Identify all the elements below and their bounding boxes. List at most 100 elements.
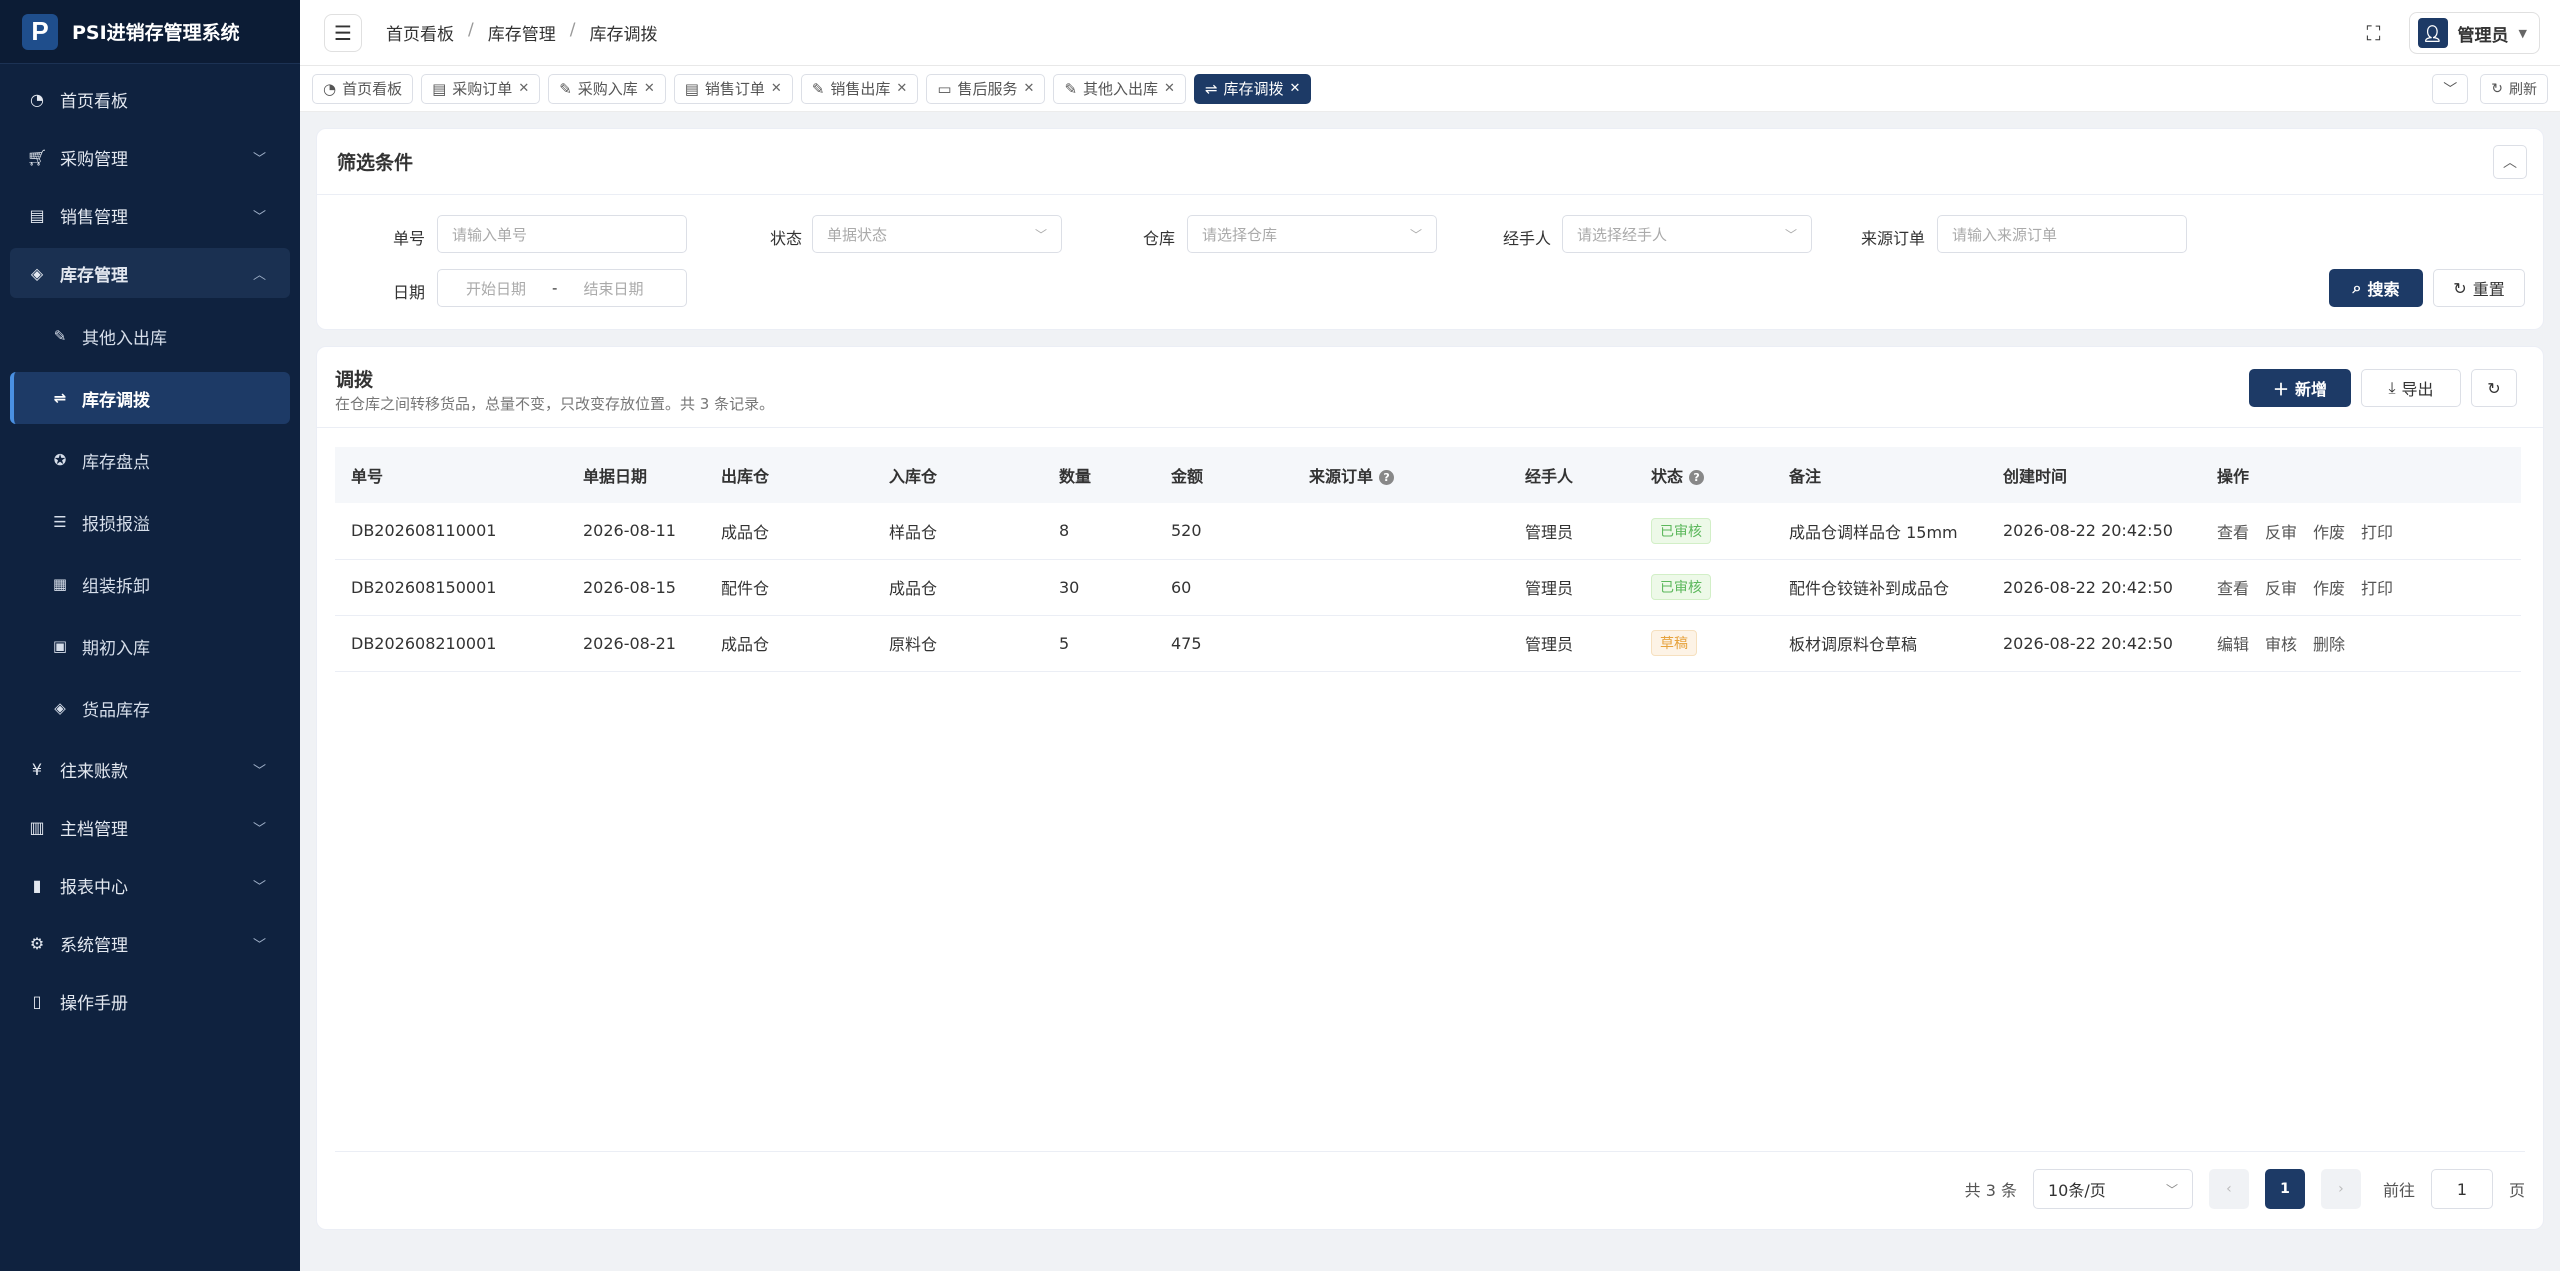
status-select[interactable]: 单据状态 ﹀ bbox=[812, 215, 1062, 253]
app-logo[interactable]: P PSI进销存管理系统 bbox=[0, 0, 300, 64]
chevron-down-icon: ﹀ bbox=[1409, 227, 1422, 242]
close-icon[interactable]: ✕ bbox=[771, 81, 782, 96]
tab-sales-order[interactable]: ▤ 销售订单 ✕ bbox=[673, 73, 793, 104]
void-link[interactable]: 作废 bbox=[2313, 579, 2345, 598]
approve-link[interactable]: 审核 bbox=[2265, 635, 2297, 654]
sidebar-item-label: 报表中心 bbox=[60, 877, 128, 898]
print-link[interactable]: 打印 bbox=[2361, 523, 2393, 542]
page-size-value: 10条/页 bbox=[2047, 1181, 2106, 1200]
refresh-tab-button[interactable]: ↻ 刷新 bbox=[2480, 74, 2548, 104]
page-size-select[interactable]: 10条/页 ﹀ bbox=[2032, 1169, 2193, 1209]
handler-select[interactable]: 请选择经手人 ﹀ bbox=[1562, 215, 1812, 253]
order-no-input[interactable]: 请输入单号 bbox=[437, 215, 687, 253]
source-order-input[interactable]: 请输入来源订单 bbox=[1937, 215, 2187, 253]
delete-link[interactable]: 删除 bbox=[2313, 635, 2345, 654]
sales-icon: ▤ bbox=[29, 205, 45, 225]
print-link[interactable]: 打印 bbox=[2361, 579, 2393, 598]
sidebar-item-purchase[interactable]: 🛒︎ 采购管理 ﹀ bbox=[10, 132, 290, 182]
sidebar-subitem-other-io[interactable]: ✎ 其他入出库 bbox=[10, 310, 290, 362]
chevron-down-icon: ﹀ bbox=[252, 879, 266, 895]
source-order-label: 来源订单 bbox=[1861, 229, 1926, 248]
help-icon[interactable]: ? bbox=[1379, 470, 1395, 485]
refresh-table-button[interactable]: ↻ bbox=[2471, 369, 2517, 407]
view-link[interactable]: 查看 bbox=[2217, 579, 2249, 598]
cell-note: 成品仓调样品仓 15mm bbox=[1789, 522, 1958, 542]
breadcrumb-item: 库存调拨 bbox=[589, 25, 658, 45]
sidebar-subitem-assembly[interactable]: ▦ 组装拆卸 bbox=[10, 558, 290, 610]
sidebar-item-sales[interactable]: ▤ 销售管理 ﹀ bbox=[10, 190, 290, 240]
sidebar-subitem-stock[interactable]: ◈ 货品库存 bbox=[10, 682, 290, 734]
cell-order-no: DB202608210001 bbox=[351, 633, 497, 653]
sidebar-item-accounts[interactable]: ¥ 往来账款 ﹀ bbox=[10, 744, 290, 794]
chevron-down-icon: ﹀ bbox=[252, 763, 266, 779]
sidebar-item-system[interactable]: ⚙ 系统管理 ﹀ bbox=[10, 918, 290, 968]
tabs-dropdown-button[interactable]: ﹀ bbox=[2432, 74, 2469, 104]
chevron-down-icon: ﹀ bbox=[2165, 1182, 2178, 1197]
gear-icon: ⚙ bbox=[29, 933, 45, 953]
close-icon[interactable]: ✕ bbox=[896, 81, 907, 96]
cart-icon: 🛒︎ bbox=[26, 147, 48, 167]
breadcrumb-item[interactable]: 库存管理 bbox=[488, 20, 556, 45]
refresh-icon: ↻ bbox=[2491, 81, 2503, 97]
close-icon[interactable]: ✕ bbox=[1024, 81, 1035, 96]
next-page-button[interactable]: › bbox=[2320, 1169, 2361, 1209]
breadcrumb-item[interactable]: 首页看板 bbox=[386, 20, 454, 45]
reset-button[interactable]: ↻ 重置 bbox=[2433, 269, 2525, 307]
sidebar-subitem-stocktake[interactable]: ✪ 库存盘点 bbox=[10, 434, 290, 486]
date-range-picker[interactable]: 开始日期 - 结束日期 bbox=[437, 269, 687, 307]
void-link[interactable]: 作废 bbox=[2313, 523, 2345, 542]
list-icon: ☰ bbox=[53, 513, 67, 531]
cell-date: 2026-08-11 bbox=[583, 521, 676, 541]
sidebar-item-master[interactable]: ▥ 主档管理 ﹀ bbox=[10, 802, 290, 852]
close-icon[interactable]: ✕ bbox=[644, 81, 655, 96]
add-button[interactable]: ＋ 新增 bbox=[2249, 369, 2351, 407]
collapse-filter-button[interactable]: ︿ bbox=[2493, 145, 2527, 179]
tab-transfer[interactable]: ⇌ 库存调拨 ✕ bbox=[1193, 73, 1312, 104]
goto-page-input[interactable]: 1 bbox=[2430, 1169, 2493, 1209]
table-row[interactable]: DB202608110001 2026-08-11 成品仓 样品仓 8 520 … bbox=[335, 503, 2521, 559]
cell-amount: 475 bbox=[1171, 633, 1202, 653]
warehouse-select[interactable]: 请选择仓库 ﹀ bbox=[1187, 215, 1437, 253]
unapprove-link[interactable]: 反审 bbox=[2265, 579, 2297, 598]
table-row[interactable]: DB202608210001 2026-08-21 成品仓 原料仓 5 475 … bbox=[335, 615, 2521, 671]
warehouse-placeholder: 请选择仓库 bbox=[1202, 225, 1278, 244]
user-menu[interactable]: 👤︎ 管理员 ▼ bbox=[2408, 12, 2540, 54]
tab-other-io[interactable]: ✎ 其他入出库 ✕ bbox=[1053, 73, 1186, 104]
chevron-down-icon: ﹀ bbox=[252, 209, 266, 225]
table-row[interactable]: DB202608150001 2026-08-15 配件仓 成品仓 30 60 … bbox=[335, 559, 2521, 615]
unapprove-link[interactable]: 反审 bbox=[2265, 523, 2297, 542]
sidebar-subitem-transfer[interactable]: ⇌ 库存调拨 bbox=[10, 372, 290, 424]
tab-after-sales[interactable]: ▭ 售后服务 ✕ bbox=[926, 73, 1046, 104]
tab-purchase-order[interactable]: ▤ 采购订单 ✕ bbox=[421, 73, 541, 104]
export-button[interactable]: ⤓ 导出 bbox=[2361, 369, 2461, 407]
tab-purchase-in[interactable]: ✎ 采购入库 ✕ bbox=[548, 73, 666, 104]
menu-fold-icon: ☰ bbox=[334, 20, 352, 45]
divider bbox=[335, 1151, 2525, 1152]
sidebar-item-manual[interactable]: ▯ 操作手册 bbox=[10, 976, 290, 1026]
search-button[interactable]: ⌕ 搜索 bbox=[2329, 269, 2423, 307]
tab-sales-out[interactable]: ✎ 销售出库 ✕ bbox=[800, 73, 919, 104]
sidebar-item-dashboard[interactable]: ◔ 首页看板 bbox=[10, 74, 290, 124]
filter-title: 筛选条件 bbox=[337, 152, 414, 174]
sidebar-item-inventory[interactable]: ◈ 库存管理 ︿ bbox=[10, 248, 290, 298]
close-icon[interactable]: ✕ bbox=[518, 81, 529, 96]
chevron-down-icon: ﹀ bbox=[2443, 82, 2458, 98]
sidebar-subitem-opening[interactable]: ▣ 期初入库 bbox=[10, 620, 290, 672]
tab-dashboard[interactable]: ◔ 首页看板 bbox=[312, 73, 414, 104]
edit-link[interactable]: 编辑 bbox=[2217, 635, 2249, 654]
dashboard-icon: ◔ bbox=[30, 89, 44, 109]
prev-page-button[interactable]: ‹ bbox=[2208, 1169, 2249, 1209]
sidebar-item-reports[interactable]: ▮ 报表中心 ﹀ bbox=[10, 860, 290, 910]
column-header: 状态 bbox=[1651, 467, 1684, 486]
warehouse-label: 仓库 bbox=[1143, 229, 1176, 248]
cell-source bbox=[1293, 615, 1509, 671]
page-number-button[interactable]: 1 bbox=[2264, 1169, 2305, 1209]
close-icon[interactable]: ✕ bbox=[1164, 81, 1175, 96]
close-icon[interactable]: ✕ bbox=[1290, 81, 1301, 96]
view-link[interactable]: 查看 bbox=[2217, 523, 2249, 542]
fullscreen-icon[interactable]: ⛶ bbox=[2367, 21, 2381, 45]
help-icon[interactable]: ? bbox=[1689, 470, 1705, 485]
sidebar-subitem-loss[interactable]: ☰ 报损报溢 bbox=[10, 496, 290, 548]
table-header-row: 单号 单据日期 出库仓 入库仓 数量 金额 来源订单? 经手人 状态? 备注 创… bbox=[335, 447, 2521, 503]
menu-toggle-button[interactable]: ☰ bbox=[324, 13, 362, 52]
